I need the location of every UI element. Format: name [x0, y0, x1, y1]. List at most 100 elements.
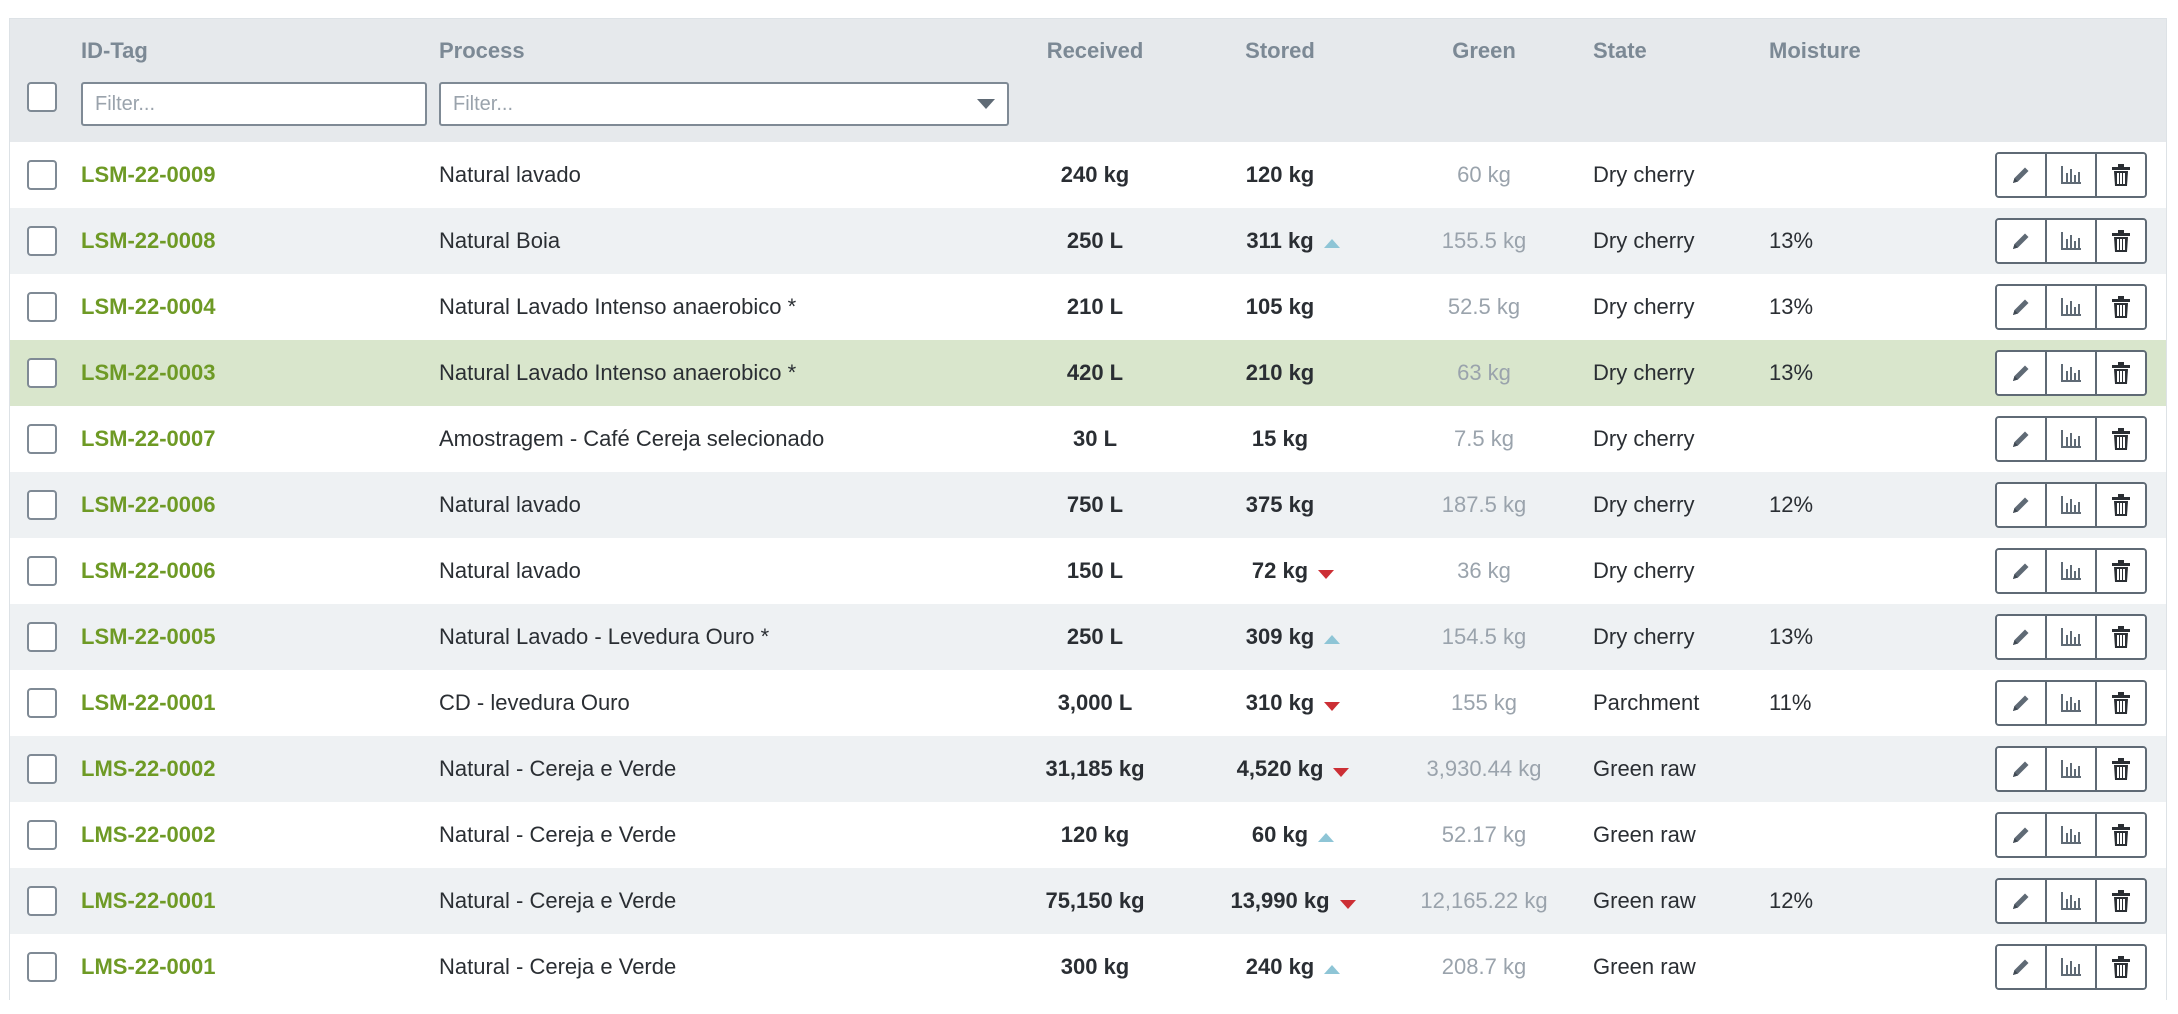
edit-button[interactable] [1997, 880, 2047, 922]
triangle-up-icon [1324, 635, 1341, 644]
id-tag-link[interactable]: LSM-22-0005 [81, 604, 216, 670]
table-row[interactable]: LSM-22-0001 CD - levedura Ouro 3,000 L 3… [10, 670, 2166, 736]
table-row[interactable]: LSM-22-0003 Natural Lavado Intenso anaer… [10, 340, 2166, 406]
column-header-received[interactable]: Received [1047, 38, 1144, 64]
edit-button[interactable] [1997, 550, 2047, 592]
delete-button[interactable] [2097, 352, 2145, 394]
chart-button[interactable] [2047, 352, 2097, 394]
edit-button[interactable] [1997, 220, 2047, 262]
id-tag-link[interactable]: LSM-22-0006 [81, 472, 216, 538]
row-checkbox[interactable] [27, 688, 57, 718]
row-checkbox[interactable] [27, 490, 57, 520]
process-filter-input[interactable] [439, 82, 1009, 126]
triangle-down-icon [1324, 702, 1341, 711]
chart-button[interactable] [2047, 946, 2097, 988]
chart-button[interactable] [2047, 220, 2097, 262]
delete-button[interactable] [2097, 682, 2145, 724]
edit-button[interactable] [1997, 946, 2047, 988]
process-filter-select[interactable] [439, 82, 1009, 126]
chart-button[interactable] [2047, 286, 2097, 328]
id-tag-filter-input[interactable] [81, 82, 427, 126]
chart-button[interactable] [2047, 880, 2097, 922]
table-row[interactable]: LSM-22-0004 Natural Lavado Intenso anaer… [10, 274, 2166, 340]
edit-button[interactable] [1997, 748, 2047, 790]
row-checkbox[interactable] [27, 424, 57, 454]
chart-button[interactable] [2047, 748, 2097, 790]
table-row[interactable]: LMS-22-0002 Natural - Cereja e Verde 120… [10, 802, 2166, 868]
edit-button[interactable] [1997, 286, 2047, 328]
id-tag-link[interactable]: LSM-22-0009 [81, 142, 216, 208]
row-checkbox[interactable] [27, 358, 57, 388]
delete-button[interactable] [2097, 880, 2145, 922]
received-cell: 420 L [1066, 360, 1124, 385]
table-row[interactable]: LSM-22-0005 Natural Lavado - Levedura Ou… [10, 604, 2166, 670]
delete-button[interactable] [2097, 748, 2145, 790]
edit-button[interactable] [1997, 352, 2047, 394]
green-cell: 208.7 kg [1441, 954, 1527, 979]
id-tag-link[interactable]: LMS-22-0002 [81, 802, 216, 868]
id-tag-link[interactable]: LSM-22-0007 [81, 406, 216, 472]
green-cell: 63 kg [1457, 360, 1511, 385]
row-checkbox[interactable] [27, 886, 57, 916]
table-row[interactable]: LMS-22-0001 Natural - Cereja e Verde 75,… [10, 868, 2166, 934]
delete-button[interactable] [2097, 814, 2145, 856]
row-checkbox[interactable] [27, 226, 57, 256]
process-cell: Natural lavado [439, 492, 581, 517]
chart-button[interactable] [2047, 418, 2097, 460]
row-checkbox[interactable] [27, 160, 57, 190]
column-header-state[interactable]: State [1593, 38, 1647, 64]
edit-button[interactable] [1997, 154, 2047, 196]
column-header-id-tag[interactable]: ID-Tag [81, 38, 148, 64]
table-row[interactable]: LSM-22-0007 Amostragem - Café Cereja sel… [10, 406, 2166, 472]
row-checkbox[interactable] [27, 754, 57, 784]
edit-button[interactable] [1997, 814, 2047, 856]
id-tag-link[interactable]: LSM-22-0001 [81, 670, 216, 736]
chart-button[interactable] [2047, 154, 2097, 196]
delete-button[interactable] [2097, 154, 2145, 196]
id-tag-link[interactable]: LSM-22-0003 [81, 340, 216, 406]
moisture-cell: 12% [1769, 888, 1814, 913]
table-row[interactable]: LSM-22-0006 Natural lavado 150 L 72 kg 3… [10, 538, 2166, 604]
chart-button[interactable] [2047, 682, 2097, 724]
bar-chart-icon [2059, 428, 2083, 450]
delete-button[interactable] [2097, 550, 2145, 592]
delete-button[interactable] [2097, 616, 2145, 658]
row-checkbox[interactable] [27, 292, 57, 322]
select-all-checkbox[interactable] [27, 82, 57, 112]
id-tag-link[interactable]: LMS-22-0001 [81, 868, 216, 934]
table-row[interactable]: LMS-22-0002 Natural - Cereja e Verde 31,… [10, 736, 2166, 802]
table-row[interactable]: LMS-22-0001 Natural - Cereja e Verde 300… [10, 934, 2166, 1000]
table-row[interactable]: LSM-22-0008 Natural Boia 250 L 311 kg 15… [10, 208, 2166, 274]
row-checkbox[interactable] [27, 820, 57, 850]
id-tag-link[interactable]: LSM-22-0004 [81, 274, 216, 340]
chart-button[interactable] [2047, 484, 2097, 526]
column-header-green[interactable]: Green [1452, 38, 1516, 64]
delete-button[interactable] [2097, 946, 2145, 988]
id-tag-link[interactable]: LSM-22-0008 [81, 208, 216, 274]
id-tag-link[interactable]: LSM-22-0006 [81, 538, 216, 604]
table-row[interactable]: LSM-22-0006 Natural lavado 750 L 375 kg … [10, 472, 2166, 538]
bar-chart-icon [2059, 626, 2083, 648]
edit-button[interactable] [1997, 616, 2047, 658]
edit-button[interactable] [1997, 418, 2047, 460]
chart-button[interactable] [2047, 616, 2097, 658]
edit-button[interactable] [1997, 682, 2047, 724]
id-tag-link[interactable]: LMS-22-0002 [81, 736, 216, 802]
column-header-process[interactable]: Process [439, 38, 525, 64]
column-header-stored[interactable]: Stored [1245, 38, 1315, 64]
delete-button[interactable] [2097, 286, 2145, 328]
row-checkbox[interactable] [27, 556, 57, 586]
delete-button[interactable] [2097, 484, 2145, 526]
delete-button[interactable] [2097, 418, 2145, 460]
column-header-moisture[interactable]: Moisture [1769, 38, 1861, 64]
id-tag-link[interactable]: LMS-22-0001 [81, 934, 216, 1000]
chart-button[interactable] [2047, 550, 2097, 592]
edit-button[interactable] [1997, 484, 2047, 526]
chevron-down-icon[interactable] [977, 99, 995, 109]
row-checkbox[interactable] [27, 622, 57, 652]
row-checkbox[interactable] [27, 952, 57, 982]
delete-button[interactable] [2097, 220, 2145, 262]
chart-button[interactable] [2047, 814, 2097, 856]
green-cell: 36 kg [1457, 558, 1511, 583]
table-row[interactable]: LSM-22-0009 Natural lavado 240 kg 120 kg… [10, 142, 2166, 208]
